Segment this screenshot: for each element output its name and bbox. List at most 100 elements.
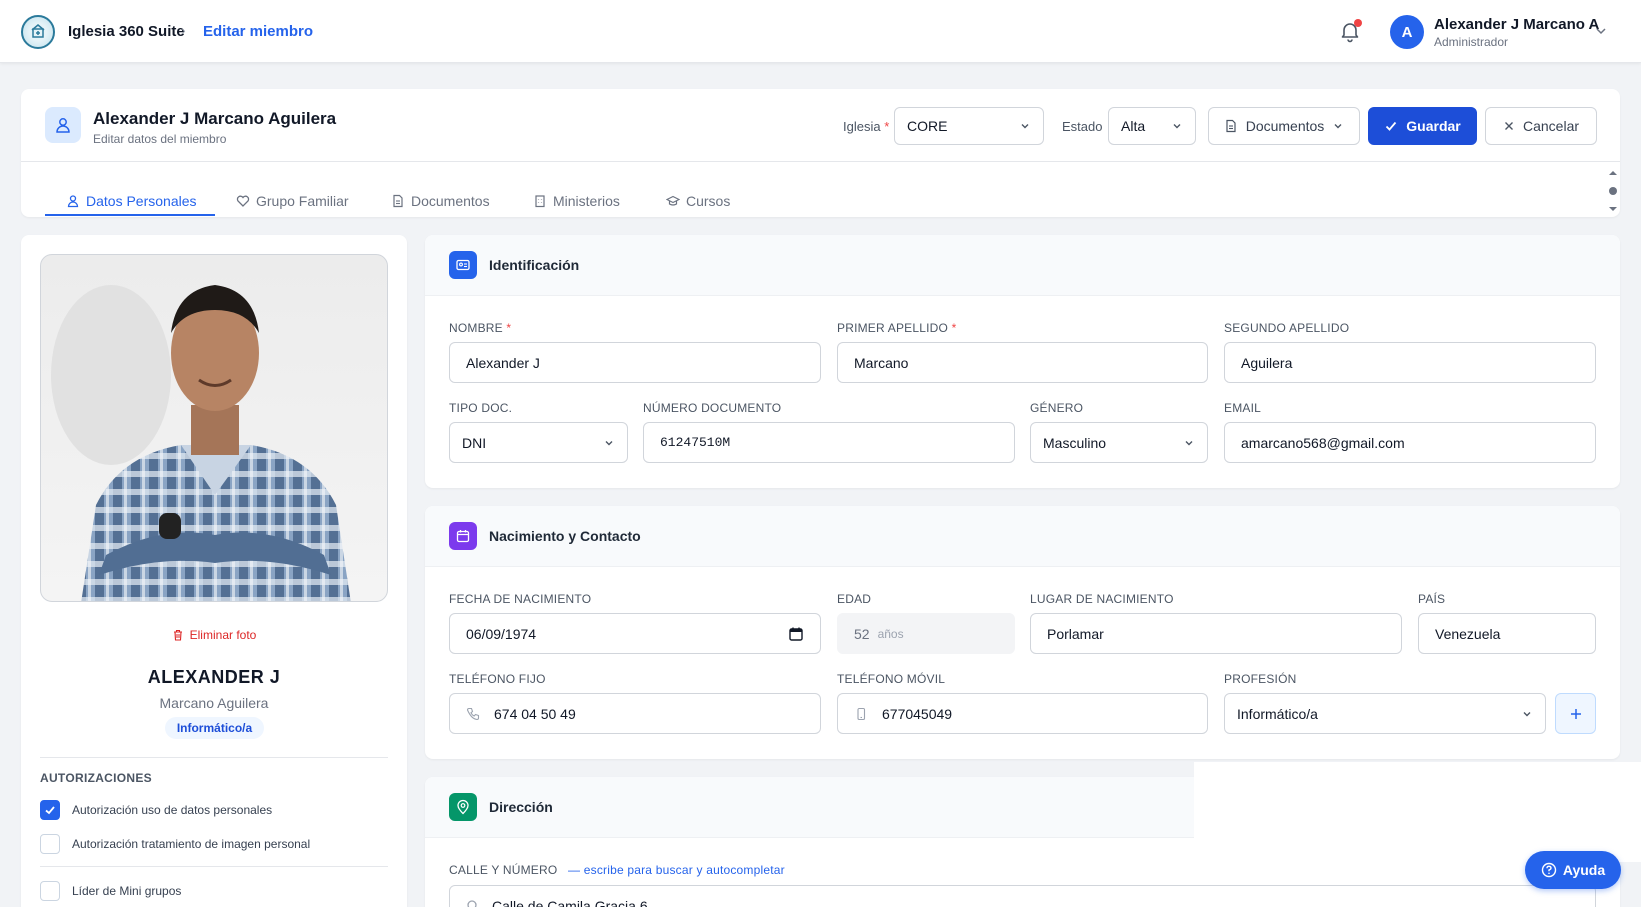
- documentos-label: Documentos: [1245, 118, 1325, 134]
- fecha-nacimiento-field[interactable]: 06/09/1974: [449, 613, 821, 654]
- search-icon: [467, 899, 477, 907]
- numero-documento-label: NÚMERO DOCUMENTO: [643, 401, 782, 415]
- calle-numero-field[interactable]: Calle de Camila Gracia 6: [449, 885, 1596, 907]
- checkbox[interactable]: [40, 800, 60, 820]
- section-title: Nacimiento y Contacto: [489, 528, 641, 544]
- member-portrait: [51, 285, 351, 601]
- email-field[interactable]: amarcano568@gmail.com: [1224, 422, 1596, 463]
- profesion-label: PROFESIÓN: [1224, 672, 1297, 686]
- tab-datos-personales[interactable]: Datos Personales: [66, 185, 197, 217]
- segundo-apellido-field[interactable]: Aguilera: [1224, 342, 1596, 383]
- plus-icon: [1570, 708, 1581, 719]
- tab-cursos[interactable]: Cursos: [666, 185, 730, 217]
- document-icon: [1226, 119, 1236, 133]
- edad-unit: años: [877, 626, 904, 641]
- fecha-nacimiento-value: 06/09/1974: [466, 625, 537, 642]
- tab-label: Datos Personales: [86, 193, 197, 209]
- member-subtitle: Editar datos del miembro: [93, 132, 227, 146]
- guardar-label: Guardar: [1406, 118, 1461, 134]
- calle-hint: — escribe para buscar y autocompletar: [568, 863, 785, 877]
- user-icon: [45, 107, 81, 143]
- checkbox-lider-mini-grupos[interactable]: Líder de Mini grupos: [40, 881, 181, 901]
- smartphone-icon: [857, 707, 866, 720]
- pais-label: PAÍS: [1418, 592, 1446, 606]
- chevron-down-icon: [1173, 124, 1181, 129]
- document-icon: [393, 194, 403, 208]
- cancelar-button[interactable]: Cancelar: [1485, 107, 1597, 145]
- section-title: Identificación: [489, 257, 580, 273]
- cancelar-label: Cancelar: [1522, 118, 1580, 134]
- member-photo[interactable]: [40, 254, 388, 602]
- nombre-label: NOMBRE *: [449, 321, 512, 335]
- tab-documentos[interactable]: Documentos: [391, 185, 490, 217]
- divider: [40, 757, 388, 758]
- primer-apellido-label: PRIMER APELLIDO *: [837, 321, 957, 335]
- edad-value: 52: [854, 625, 870, 642]
- breadcrumb-current[interactable]: Editar miembro: [203, 23, 313, 40]
- add-profession-button[interactable]: [1555, 693, 1596, 734]
- primer-apellido-field[interactable]: Marcano: [837, 342, 1208, 383]
- checkbox-label: Autorización tratamiento de imagen perso…: [72, 837, 311, 851]
- calendar-icon[interactable]: [788, 626, 804, 642]
- close-icon: [1504, 122, 1513, 130]
- tab-grupo-familiar[interactable]: Grupo Familiar: [236, 185, 349, 217]
- profile-last-name: Marcano Aguilera: [159, 695, 269, 711]
- guardar-button[interactable]: Guardar: [1368, 107, 1477, 145]
- chevron-down-icon: [1334, 124, 1342, 129]
- member-header-card: Alexander J Marcano Aguilera Editar dato…: [21, 89, 1620, 217]
- tab-ministerios[interactable]: Ministerios: [533, 185, 620, 217]
- divider: [40, 866, 388, 867]
- heart-icon: [236, 195, 250, 207]
- top-bar: Iglesia 360 Suite › Editar miembro A Ale…: [0, 0, 1641, 63]
- tipo-doc-label: TIPO DOC.: [449, 401, 513, 415]
- tab-label: Grupo Familiar: [256, 193, 349, 209]
- lugar-nacimiento-field[interactable]: Porlamar: [1030, 613, 1402, 654]
- edad-label: EDAD: [837, 592, 872, 606]
- tabs-scroll-indicator[interactable]: [1608, 171, 1618, 211]
- checkbox[interactable]: [40, 834, 60, 854]
- tipo-doc-select[interactable]: DNI: [449, 422, 628, 463]
- tab-label: Cursos: [686, 193, 731, 209]
- section-header: Nacimiento y Contacto: [425, 506, 1620, 567]
- chevron-down-icon: [605, 440, 613, 445]
- genero-select[interactable]: Masculino: [1030, 422, 1208, 463]
- numero-documento-field[interactable]: 61247510M: [643, 422, 1015, 463]
- tab-label: Documentos: [411, 193, 490, 209]
- segundo-apellido-label: SEGUNDO APELLIDO: [1224, 321, 1350, 335]
- user-icon: [67, 195, 79, 208]
- chevron-down-icon: [1021, 124, 1029, 129]
- overlay-panel: [1194, 762, 1641, 862]
- checkbox-imagen-personal[interactable]: Autorización tratamiento de imagen perso…: [40, 834, 310, 854]
- nombre-field[interactable]: Alexander J: [449, 342, 821, 383]
- chevron-down-icon[interactable]: [1594, 24, 1608, 38]
- fecha-nacimiento-label: FECHA DE NACIMIENTO: [449, 592, 592, 606]
- church-logo-icon: [31, 24, 45, 38]
- check-icon: [1386, 121, 1397, 131]
- profesion-select[interactable]: Informático/a: [1224, 693, 1546, 734]
- pais-field[interactable]: Venezuela: [1418, 613, 1596, 654]
- user-name[interactable]: Alexander J Marcano A: [1434, 16, 1599, 33]
- map-pin-icon: [449, 793, 477, 821]
- edad-field: 52 años: [837, 613, 1015, 654]
- calle-numero-value: Calle de Camila Gracia 6: [492, 897, 648, 907]
- iglesia-select[interactable]: CORE: [894, 107, 1044, 145]
- notification-dot: [1354, 19, 1362, 27]
- delete-photo-button[interactable]: Eliminar foto: [21, 628, 407, 642]
- breadcrumb-app[interactable]: Iglesia 360 Suite: [68, 23, 185, 40]
- app-logo[interactable]: [21, 15, 55, 49]
- calle-numero-label: CALLE Y NÚMERO — escribe para buscar y a…: [449, 863, 785, 877]
- telefono-fijo-field[interactable]: 674 04 50 49: [449, 693, 821, 734]
- avatar[interactable]: A: [1390, 15, 1424, 49]
- checkbox-datos-personales[interactable]: Autorización uso de datos personales: [40, 800, 272, 820]
- telefono-fijo-label: TELÉFONO FIJO: [449, 672, 546, 686]
- documentos-button[interactable]: Documentos: [1208, 107, 1360, 145]
- checkbox[interactable]: [40, 881, 60, 901]
- profession-badge: Informático/a: [165, 717, 264, 739]
- phone-icon: [466, 707, 480, 720]
- estado-select[interactable]: Alta: [1108, 107, 1196, 145]
- telefono-movil-field[interactable]: 677045049: [837, 693, 1208, 734]
- help-button[interactable]: Ayuda: [1525, 851, 1621, 889]
- tab-label: Ministerios: [553, 193, 620, 209]
- chevron-down-icon: [1185, 440, 1193, 445]
- nacimiento-contacto-section: Nacimiento y Contacto FECHA DE NACIMIENT…: [425, 506, 1620, 759]
